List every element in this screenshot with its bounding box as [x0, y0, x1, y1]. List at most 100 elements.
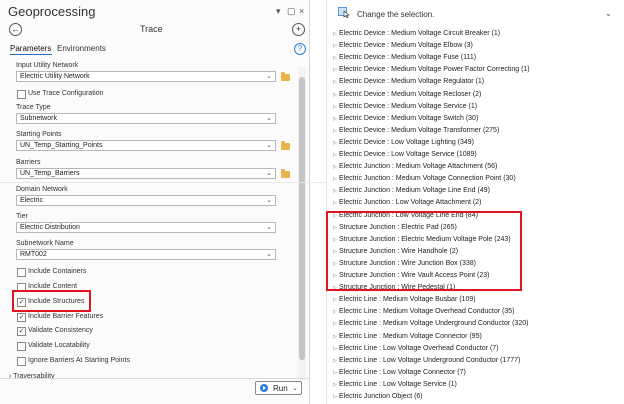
list-item[interactable]: ▷ Electric Line : Medium Voltage Undergro… [333, 320, 529, 327]
list-item[interactable]: ▷ Electric Device : Medium Voltage Fuse (… [333, 54, 476, 61]
list-item[interactable]: ▷ Electric Line : Low Voltage Connector (… [333, 369, 466, 376]
tier-select[interactable]: Electric Distribution ⌄ [16, 222, 276, 233]
domain-network-select[interactable]: Electric ⌄ [16, 195, 276, 206]
barriers-label: Barriers [16, 159, 41, 166]
chevron-down-icon: ⌄ [266, 197, 272, 204]
list-item[interactable]: ▷ Electric Junction Object (6) [333, 393, 423, 400]
list-item-label: Electric Device : Medium Voltage Fuse (1… [339, 54, 477, 62]
input-network-value: Electric Utility Network [20, 73, 90, 80]
use-trace-config-label: Use Trace Configuration [28, 90, 104, 97]
include-structures-highlight [12, 290, 91, 312]
list-item[interactable]: ▷ Electric Line : Medium Voltage Connecto… [333, 333, 482, 340]
chevron-down-icon: ⌄ [266, 170, 272, 177]
list-item-label: Electric Line : Low Voltage Connector (7… [339, 368, 466, 376]
pane-float-icon[interactable]: ▢ [287, 6, 296, 17]
subnetwork-name-value: RMT002 [20, 251, 47, 258]
barriers-select[interactable]: UN_Temp_Barriers ⌄ [16, 168, 276, 179]
include-containers-checkbox[interactable] [17, 268, 26, 277]
selection-hint: Change the selection. [357, 10, 435, 19]
validate-consistency-checkbox[interactable]: ✓ [17, 327, 26, 336]
list-item-label: Electric Device : Medium Voltage Circuit… [339, 30, 501, 37]
list-item[interactable]: ▷ Electric Device : Medium Voltage Servic… [333, 103, 477, 110]
list-item[interactable]: ▷ Electric Junction : Medium Voltage Atta… [333, 163, 497, 170]
run-button[interactable]: Run ⌄ [255, 381, 302, 395]
subnetwork-name-select[interactable]: RMT002 ⌄ [16, 249, 276, 260]
list-item-label: Electric Junction : Medium Voltage Conne… [339, 175, 516, 183]
list-item-label: Electric Line : Low Voltage Overhead Con… [339, 344, 499, 352]
list-item[interactable]: ▷ Electric Device : Medium Voltage Reclos… [333, 91, 481, 98]
list-item[interactable]: ▷ Electric Device : Medium Voltage Circui… [333, 30, 500, 37]
pane-menu-icon[interactable]: ▾ [276, 6, 281, 17]
scrollbar-thumb[interactable] [299, 77, 305, 360]
list-item[interactable]: ▷ Electric Device : Medium Voltage Switch… [333, 115, 478, 122]
list-item-label: Electric Line : Medium Voltage Connector… [339, 332, 482, 340]
pane-title: Geoprocessing [8, 4, 96, 19]
trace-type-select[interactable]: Subnetwork ⌄ [16, 113, 276, 124]
domain-network-value: Electric [20, 197, 43, 204]
chevron-down-icon: ⌄ [266, 115, 272, 122]
list-item-label: Electric Line : Medium Voltage Busbar (1… [339, 296, 476, 304]
tab-parameters[interactable]: Parameters [10, 44, 51, 53]
list-item-label: Electric Junction : Low Voltage Attachme… [339, 199, 482, 207]
list-item-label: Electric Device : Medium Voltage Transfo… [339, 126, 500, 134]
list-item[interactable]: ▷ Electric Device : Medium Voltage Power … [333, 66, 530, 73]
footer-divider [0, 378, 309, 379]
include-content-label: Include Content [28, 283, 78, 290]
list-item[interactable]: ▷ Electric Junction : Low Voltage Attachm… [333, 199, 481, 206]
list-item-label: Electric Line : Medium Voltage Overhead … [339, 308, 515, 316]
divider [0, 182, 326, 183]
list-item[interactable]: ▷ Electric Line : Low Voltage Overhead Co… [333, 345, 499, 352]
list-item[interactable]: ▷ Electric Device : Low Voltage Service (… [333, 151, 477, 158]
list-item[interactable]: ▷ Electric Device : Medium Voltage Transf… [333, 127, 499, 134]
tool-title: Trace [140, 24, 163, 34]
include-barrier-features-label: Include Barrier Features [28, 313, 104, 320]
list-item[interactable]: ▷ Electric Junction : Medium Voltage Line… [333, 187, 490, 194]
trace-type-label: Trace Type [16, 104, 51, 111]
trace-type-value: Subnetwork [20, 115, 57, 122]
list-item[interactable]: ▷ Electric Device : Medium Voltage Regula… [333, 78, 484, 85]
list-item-label: Electric Junction : Medium Voltage Line … [339, 187, 490, 195]
tab-environments[interactable]: Environments [57, 44, 106, 53]
browse-folder-icon[interactable] [281, 141, 290, 150]
browse-folder-icon[interactable] [281, 72, 290, 81]
selection-cursor-icon [338, 7, 350, 18]
list-item-label: Electric Device : Medium Voltage Elbow (… [339, 42, 473, 50]
list-item[interactable]: ▷ Electric Device : Medium Voltage Elbow … [333, 42, 473, 49]
starting-points-select[interactable]: UN_Temp_Starting_Points ⌄ [16, 140, 276, 151]
list-item-label: Electric Device : Medium Voltage Regulat… [339, 78, 485, 86]
validate-locatability-checkbox[interactable] [17, 342, 26, 351]
list-item[interactable]: ▷ Electric Line : Medium Voltage Busbar (… [333, 296, 476, 303]
list-item[interactable]: ▷ Electric Line : Low Voltage Underground… [333, 357, 520, 364]
starting-points-value: UN_Temp_Starting_Points [20, 142, 103, 149]
include-barrier-features-checkbox[interactable]: ✓ [17, 313, 26, 322]
help-icon[interactable]: ? [294, 43, 306, 55]
chevron-down-icon[interactable]: ⌄ [605, 9, 612, 18]
list-item[interactable]: ▷ Electric Line : Low Voltage Service (1) [333, 381, 457, 388]
chevron-down-icon: ⌄ [266, 142, 272, 149]
subnetwork-name-label: Subnetwork Name [16, 240, 74, 247]
validate-locatability-label: Validate Locatability [28, 342, 90, 349]
tier-label: Tier [16, 213, 28, 220]
input-network-select[interactable]: Electric Utility Network ⌄ [16, 71, 276, 82]
run-dropdown-chevron-icon[interactable]: ⌄ [292, 382, 298, 396]
structure-junction-highlight [326, 211, 522, 291]
domain-network-label: Domain Network [16, 186, 68, 193]
add-button[interactable]: + [292, 23, 305, 36]
list-item-label: Electric Junction Object (6) [339, 393, 423, 400]
include-containers-label: Include Containers [28, 268, 87, 275]
list-item[interactable]: ▷ Electric Line : Medium Voltage Overhead… [333, 308, 514, 315]
back-button[interactable]: ← [9, 23, 22, 36]
list-item-label: Electric Line : Medium Voltage Undergrou… [339, 320, 529, 328]
list-item-label: Electric Device : Medium Voltage Reclose… [339, 90, 482, 98]
tier-value: Electric Distribution [20, 224, 80, 231]
browse-folder-icon[interactable] [281, 169, 290, 178]
list-item[interactable]: ▷ Electric Junction : Medium Voltage Conn… [333, 175, 516, 182]
list-item[interactable]: ▷ Electric Device : Low Voltage Lighting … [333, 139, 474, 146]
list-item-label: Electric Line : Low Voltage Service (1) [339, 380, 457, 388]
list-item-label: Electric Device : Low Voltage Lighting (… [339, 138, 475, 146]
use-trace-config-checkbox[interactable] [17, 90, 26, 99]
ignore-barriers-checkbox[interactable] [17, 357, 26, 366]
list-item-label: Electric Device : Medium Voltage Switch … [339, 114, 479, 122]
validate-consistency-label: Validate Consistency [28, 327, 93, 334]
pane-close-icon[interactable]: × [299, 6, 304, 16]
